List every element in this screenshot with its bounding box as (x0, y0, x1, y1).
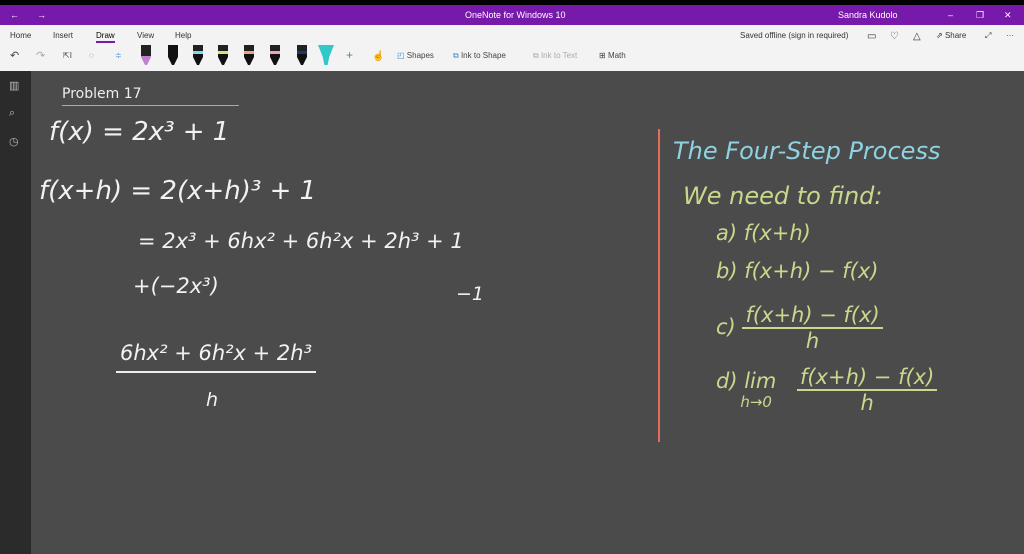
pen-0[interactable] (141, 45, 151, 65)
page-canvas[interactable]: Problem 17 f(x) = 2x³ + 1 f(x+h) = 2(x+h… (31, 71, 1024, 554)
right-title: The Four-Step Process (673, 137, 941, 165)
close-button[interactable]: ✕ (1004, 10, 1012, 21)
pen-5[interactable] (270, 45, 280, 65)
ink-to-text-icon: ⧉ (533, 51, 539, 60)
step-c-denominator: h (805, 329, 820, 353)
step-d-numerator: f(x+h) − f(x) (797, 365, 938, 391)
step-b: b) f(x+h) − f(x) (716, 259, 879, 283)
step-d-limit-sub: h→0 (740, 393, 772, 411)
user-name[interactable]: Sandra Kudolo (838, 10, 898, 20)
minimize-button[interactable]: – (948, 10, 953, 20)
margin-line (658, 129, 660, 442)
save-status: Saved offline (sign in required) (740, 31, 849, 40)
step-c-label: c) (716, 315, 736, 339)
ink-to-shape-button[interactable]: ⧉ Ink to Shape (453, 51, 506, 61)
step-a: a) f(x+h) (716, 221, 811, 245)
pen-7[interactable] (318, 45, 334, 65)
math-icon: ⊞ (599, 51, 606, 60)
equation-line-4: +(−2x³) (133, 274, 219, 298)
add-pen-icon[interactable]: + (346, 48, 353, 62)
undo-icon[interactable]: ↶ (10, 49, 19, 62)
more-button[interactable]: ··· (1006, 31, 1014, 40)
ribbon: Home Insert Draw View Help Saved offline… (0, 25, 1024, 71)
tab-insert[interactable]: Insert (53, 31, 73, 40)
right-intro: We need to find: (683, 182, 883, 210)
ink-to-shape-icon: ⧉ (453, 51, 459, 60)
result-denominator: h (206, 389, 219, 411)
equation-line-2: f(x+h) = 2(x+h)³ + 1 (39, 176, 317, 206)
ink-to-text-label: Ink to Text (540, 51, 578, 60)
ink-replay-icon[interactable]: ☝ (372, 51, 384, 62)
lasso-icon[interactable]: ◌ (89, 51, 94, 60)
back-button[interactable]: ← (10, 10, 19, 20)
type-select-icon[interactable]: ⇱I (63, 51, 72, 60)
pen-2[interactable] (193, 45, 203, 65)
sticky-notes-icon[interactable]: ▭ (867, 31, 876, 42)
lightbulb-icon[interactable]: ♡ (890, 31, 899, 42)
math-button[interactable]: ⊞ Math (599, 51, 626, 60)
tab-home[interactable]: Home (10, 31, 31, 40)
restore-button[interactable]: ❐ (976, 10, 984, 21)
pen-1[interactable] (168, 45, 178, 65)
navigation-rail: ▥ ⌕ ◷ (0, 71, 31, 554)
notebooks-icon[interactable]: ▥ (9, 79, 19, 92)
step-c: c) f(x+h) − f(x) h (716, 303, 883, 353)
pen-4[interactable] (244, 45, 254, 65)
add-space-icon[interactable]: ≑ (115, 51, 122, 60)
page-title[interactable]: Problem 17 (62, 86, 239, 106)
tab-help[interactable]: Help (175, 31, 191, 40)
step-d-label: d) lim (716, 369, 777, 393)
ink-to-shape-label: Ink to Shape (460, 51, 506, 60)
ink-to-text-button[interactable]: ⧉ Ink to Text (533, 51, 577, 61)
window-title: OneNote for Windows 10 (465, 10, 566, 20)
step-d-denominator: h (860, 391, 874, 415)
redo-icon[interactable]: ↷ (36, 49, 45, 62)
share-button[interactable]: ⇗ Share (936, 31, 966, 40)
math-label: Math (607, 51, 626, 60)
equation-minus-one: −1 (456, 283, 485, 305)
pen-6[interactable] (297, 45, 307, 65)
tab-draw[interactable]: Draw (96, 31, 115, 43)
recent-icon[interactable]: ◷ (9, 135, 19, 148)
step-c-numerator: f(x+h) − f(x) (742, 303, 883, 329)
search-icon[interactable]: ⌕ (9, 107, 15, 120)
share-label: Share (944, 31, 967, 40)
equation-line-1: f(x) = 2x³ + 1 (49, 117, 230, 147)
shapes-button[interactable]: ◰ Shapes (397, 51, 434, 60)
step-d: d) lim h→0 f(x+h) − f(x) h (716, 365, 938, 415)
title-bar: ← → OneNote for Windows 10 Sandra Kudolo… (0, 5, 1024, 25)
expand-icon[interactable]: ⤢ (985, 31, 991, 41)
bell-icon[interactable]: △ (913, 31, 921, 42)
result-numerator: 6hx² + 6h²x + 2h³ (116, 341, 317, 373)
pen-3[interactable] (218, 45, 228, 65)
shapes-label: Shapes (406, 51, 434, 60)
equation-line-3: = 2x³ + 6hx² + 6h²x + 2h³ + 1 (138, 229, 464, 253)
forward-button[interactable]: → (37, 10, 46, 20)
shapes-icon: ◰ (397, 51, 405, 60)
tab-view[interactable]: View (137, 31, 154, 40)
